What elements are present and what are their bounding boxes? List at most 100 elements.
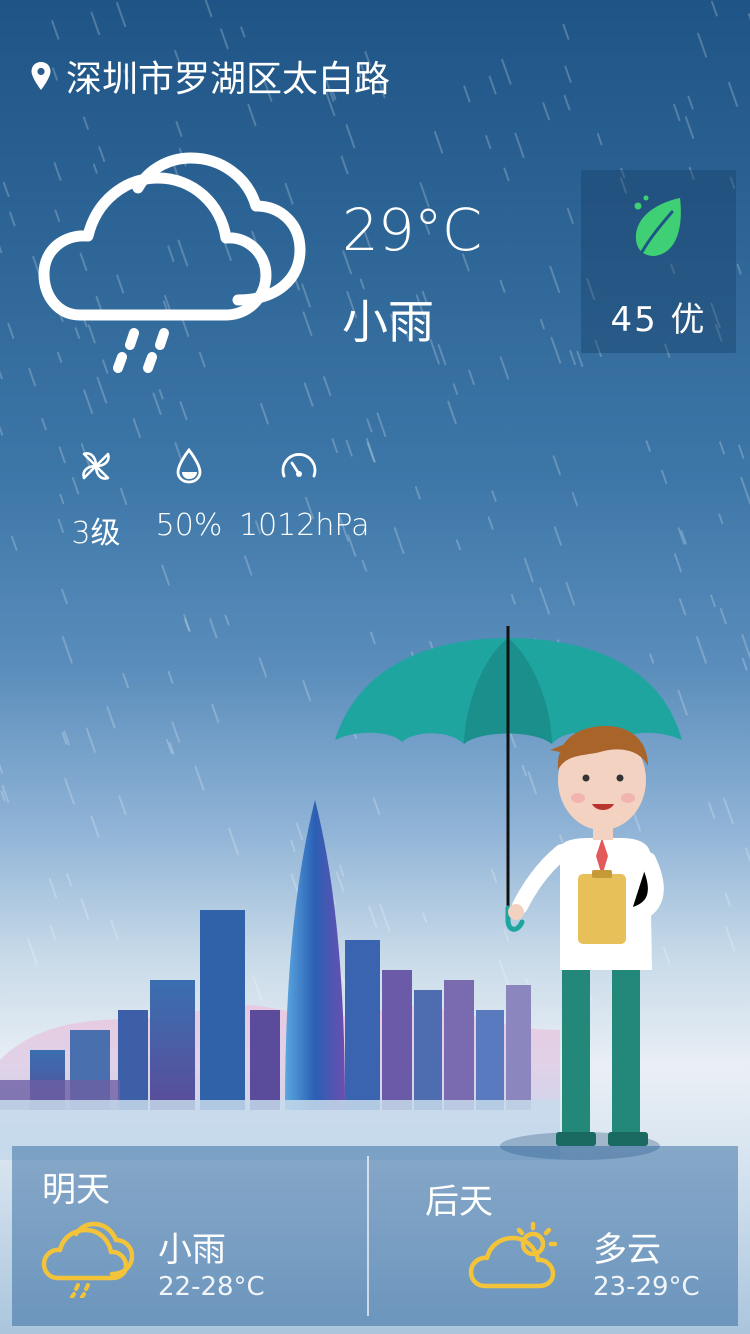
rain-streak (302, 679, 312, 702)
location-name: 深圳市罗湖区太白路 (66, 59, 391, 100)
rain-streak (0, 370, 3, 380)
rain-streak (158, 389, 164, 400)
rain-streak (165, 738, 173, 755)
rain-streak (452, 383, 459, 395)
rain-streak (247, 103, 257, 127)
rain-streak (340, 155, 349, 175)
rain-streak (240, 26, 246, 38)
rain-streak (61, 635, 73, 664)
rain-streak (2, 181, 10, 197)
rain-streak (553, 526, 562, 546)
pressure-value: 1012hPa (239, 508, 370, 543)
rain-streak (660, 469, 668, 484)
aqi-value: 45 优 (610, 300, 707, 340)
rain-streak (0, 763, 4, 774)
rain-streak (550, 336, 562, 364)
rain-streak (576, 350, 584, 367)
rain-streak (728, 81, 739, 107)
leaf-icon (634, 195, 681, 256)
forecast-condition: 多云 (593, 1230, 661, 1270)
rain-streak (571, 492, 579, 507)
rain-streak (684, 116, 695, 140)
rain-streak (85, 727, 96, 753)
rain-streak (463, 85, 471, 103)
partly-cloudy-icon (468, 1221, 558, 1289)
rain-streak (710, 0, 718, 17)
rain-streak (501, 58, 512, 85)
rain-streak (447, 400, 457, 425)
rain-streak (366, 442, 375, 462)
rain-streak (523, 557, 534, 583)
pressure-stat: 1012hPa (239, 446, 370, 543)
person-with-umbrella-illustration (335, 626, 682, 1160)
rain-streak (437, 344, 447, 366)
rain-streak (455, 539, 461, 551)
pressure-gauge-icon (281, 453, 317, 478)
rain-streak (542, 102, 550, 121)
rain-streak (106, 706, 116, 729)
rain-streak (645, 440, 651, 452)
rain-streak (485, 135, 492, 150)
rain-streak (376, 412, 387, 437)
rain-streak (366, 418, 373, 433)
rain-streak (161, 564, 170, 586)
location-bar[interactable]: 深圳市罗湖区太白路 (30, 50, 390, 102)
rain-streak (183, 614, 191, 632)
rain-streak (514, 132, 525, 159)
rain-streak (167, 670, 174, 684)
rain-streak (116, 1, 127, 28)
rain-streak (63, 730, 71, 746)
rain-streak (565, 581, 576, 606)
rain-streak (61, 588, 68, 605)
rain-streak (220, 28, 229, 50)
rain-streak (7, 322, 15, 340)
rain-streak (710, 594, 716, 608)
forecast-day-tomorrow[interactable]: 明天 小雨 22-28°C (12, 1146, 367, 1326)
rain-streak (503, 167, 510, 182)
location-pin-icon (31, 62, 51, 90)
rain-streak (132, 418, 142, 439)
forecast-temp-range: 23-29°C (593, 1272, 700, 1302)
rain-streak (211, 703, 220, 724)
rain-streak (96, 376, 108, 404)
rain-streak (365, 437, 376, 463)
wind-icon (82, 452, 110, 480)
rain-streak (736, 263, 742, 275)
rain-streak (719, 608, 727, 625)
rain-streak (678, 598, 687, 616)
rain-streak (414, 486, 421, 500)
rain-streak (499, 279, 506, 293)
forecast-day-label: 后天 (425, 1182, 493, 1222)
rain-streak (61, 731, 68, 745)
rain-streak (244, 555, 253, 576)
rain-streak (552, 455, 561, 476)
forecast-day-label: 明天 (42, 1170, 110, 1210)
rain-streak (569, 349, 576, 366)
rain-streak (677, 527, 686, 545)
rain-streak (9, 211, 16, 227)
rain-streak (488, 75, 497, 95)
rain-streak (82, 116, 89, 130)
rain-streak (563, 94, 571, 111)
current-temperature: 29°C (342, 196, 482, 264)
rain-streak (303, 382, 314, 407)
rain-streak (0, 245, 3, 254)
rain-streak (345, 124, 356, 149)
rain-streak (433, 130, 444, 154)
rain-streak (41, 418, 47, 431)
rain-streak (510, 593, 516, 605)
rain-streak (680, 530, 687, 545)
rain-streak (204, 0, 213, 18)
rain-streak (393, 527, 405, 555)
rain-streak (361, 559, 368, 572)
rain-streak (673, 553, 682, 573)
forecast-day-after-tomorrow[interactable]: 后天 多云 23-29°C (383, 1146, 738, 1326)
rain-streak (171, 721, 181, 743)
rain-streak (487, 516, 494, 530)
rain-streak (549, 265, 561, 293)
rain-streak (179, 401, 188, 421)
rain-streak (719, 441, 725, 455)
rain-streak (51, 20, 60, 40)
rain-streak (323, 376, 332, 396)
rain-streak (673, 103, 681, 122)
